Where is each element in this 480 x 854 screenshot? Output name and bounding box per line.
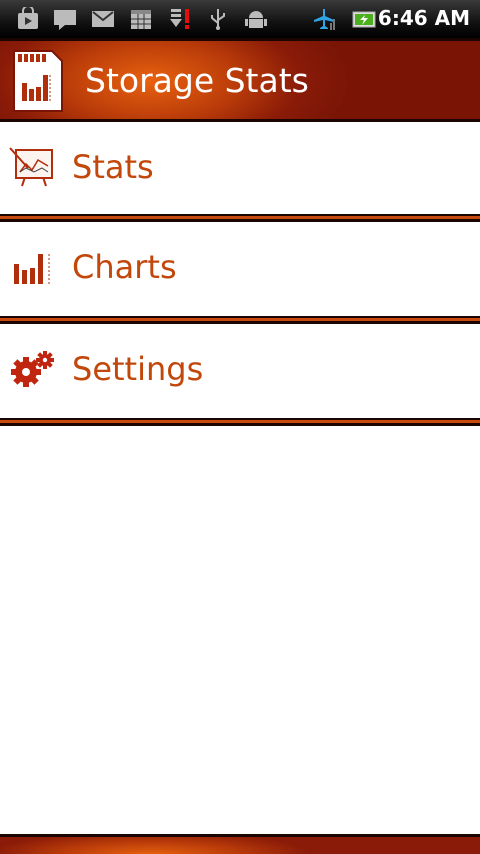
gmail-icon [92,11,114,27]
menu-item-label: Stats [72,148,154,186]
footer-bar [0,834,480,854]
menu-item-label: Settings [72,350,204,388]
stats-easel-icon [9,147,53,187]
menu-item-settings[interactable]: Settings [0,324,480,416]
app-header: Storage Stats [0,38,480,122]
divider [0,214,480,222]
divider [0,316,480,324]
menu-item-charts[interactable]: Charts [0,222,480,314]
app-title: Storage Stats [85,61,309,100]
divider [0,418,480,426]
message-icon [54,10,76,30]
bar-chart-icon [14,254,50,284]
menu-item-stats[interactable]: Stats [0,122,480,214]
gears-icon [11,351,54,387]
market-icon [18,7,38,29]
download-alert-icon [170,9,189,29]
menu-item-label: Charts [72,248,177,286]
calendar-icon [131,10,151,29]
airplane-mode-icon [314,9,335,30]
battery-icon [352,11,376,28]
status-bar: 6:46 AM [0,0,480,38]
clock: 6:46 AM [377,6,470,30]
android-debug-icon [245,11,267,28]
usb-icon [211,9,225,30]
sd-card-chart-icon [13,50,63,112]
